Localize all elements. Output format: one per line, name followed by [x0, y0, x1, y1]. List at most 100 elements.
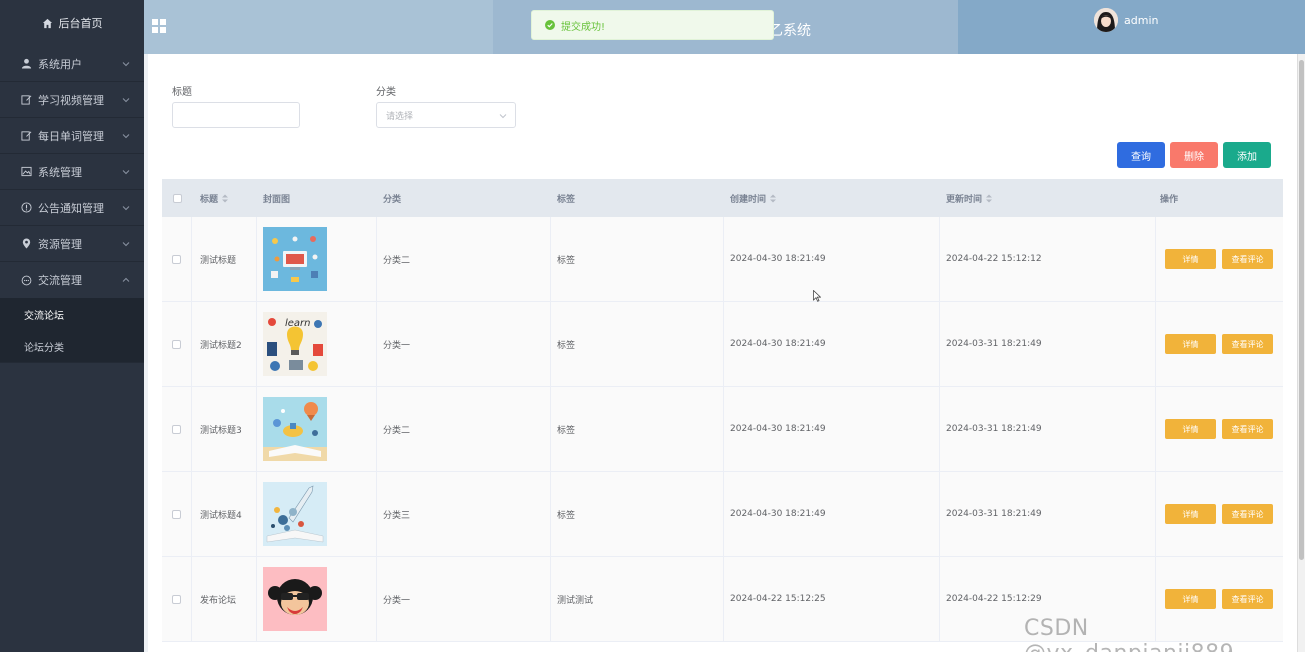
chevron-down-icon — [122, 241, 130, 246]
sort-icon[interactable] — [986, 194, 993, 203]
row-select-cell — [162, 557, 192, 641]
sidebar-submenu: 交流论坛 论坛分类 — [0, 298, 144, 363]
sidebar-item-resources[interactable]: 资源管理 — [0, 226, 144, 262]
detail-button[interactable]: 详情 — [1165, 504, 1216, 524]
row-select-cell — [162, 472, 192, 556]
svg-text:learn: learn — [285, 318, 311, 329]
forum-table: 标题 封面图 分类 标签 创建时间 更新时间 操作 测试标题 分类二 标签 20… — [162, 179, 1283, 642]
select-all-checkbox[interactable] — [172, 193, 182, 203]
view-comments-button[interactable]: 查看评论 — [1222, 419, 1273, 439]
row-category: 分类一 — [377, 557, 551, 641]
sidebar-item-label: 学习视频管理 — [38, 93, 104, 107]
sidebar-item-system[interactable]: 系统管理 — [0, 154, 144, 190]
scrollbar-thumb[interactable] — [1299, 60, 1304, 560]
title-filter-input[interactable] — [172, 102, 300, 128]
sidebar-item-notices[interactable]: 公告通知管理 — [0, 190, 144, 226]
category-filter-label: 分类 — [376, 87, 396, 98]
row-ops: 详情 查看评论 — [1156, 302, 1283, 386]
row-ops: 详情 查看评论 — [1156, 217, 1283, 301]
row-category: 分类二 — [377, 387, 551, 471]
view-comments-button[interactable]: 查看评论 — [1222, 249, 1273, 269]
sidebar-item-words[interactable]: 每日单词管理 — [0, 118, 144, 154]
picture-icon — [20, 166, 32, 178]
page-scrollbar[interactable] — [1297, 54, 1305, 652]
cover-image[interactable] — [263, 397, 327, 461]
header-created[interactable]: 创建时间 — [724, 179, 940, 217]
header-cover: 封面图 — [263, 194, 291, 205]
chevron-down-icon — [122, 169, 130, 174]
row-created: 2024-04-30 18:21:49 — [724, 217, 940, 301]
table-row: 测试标题3 分类二 标签 2024-04-30 18:21:49 2024-03… — [162, 387, 1283, 472]
row-checkbox[interactable] — [172, 254, 181, 264]
row-category: 分类三 — [377, 472, 551, 556]
query-button[interactable]: 查询 — [1117, 142, 1165, 168]
watermark: CSDN @vx_danpianji889 — [1024, 616, 1234, 652]
delete-button[interactable]: 删除 — [1170, 142, 1218, 168]
row-tag: 标签 — [551, 217, 724, 301]
row-select-cell — [162, 217, 192, 301]
row-checkbox[interactable] — [172, 339, 181, 349]
category-placeholder: 请选择 — [386, 111, 414, 122]
sort-icon[interactable] — [222, 194, 229, 203]
table-row: 测试标题4 分类三 标签 2024-04-30 18:21:49 2024-03… — [162, 472, 1283, 557]
cover-image[interactable]: learn — [263, 312, 327, 376]
info-icon — [20, 202, 32, 214]
header-created-label: 创建时间 — [730, 194, 767, 205]
detail-button[interactable]: 详情 — [1165, 334, 1216, 354]
row-ops: 详情 查看评论 — [1156, 387, 1283, 471]
sidebar-item-label: 系统用户 — [38, 57, 82, 71]
view-comments-button[interactable]: 查看评论 — [1222, 334, 1273, 354]
row-cover-cell — [257, 387, 377, 471]
header-title[interactable]: 标题 — [192, 179, 257, 217]
sidebar-item-communication[interactable]: 交流管理 — [0, 262, 144, 298]
category-filter-select[interactable]: 请选择 — [376, 102, 516, 128]
row-tag: 标签 — [551, 472, 724, 556]
sidebar-home[interactable]: 后台首页 — [0, 0, 144, 46]
chevron-up-icon — [122, 277, 130, 282]
detail-button[interactable]: 详情 — [1165, 249, 1216, 269]
view-comments-button[interactable]: 查看评论 — [1222, 504, 1273, 524]
cover-image[interactable] — [263, 227, 327, 291]
row-title: 测试标题4 — [192, 472, 257, 556]
sort-icon[interactable] — [770, 194, 777, 203]
cover-image[interactable] — [263, 567, 327, 631]
row-category: 分类一 — [377, 302, 551, 386]
mouse-cursor-icon — [813, 290, 821, 302]
edit-icon — [20, 94, 32, 106]
header-updated[interactable]: 更新时间 — [940, 179, 1156, 217]
chat-icon — [20, 274, 32, 286]
header-tag: 标签 — [557, 194, 576, 205]
detail-button[interactable]: 详情 — [1165, 419, 1216, 439]
cover-image[interactable] — [263, 482, 327, 546]
row-checkbox[interactable] — [172, 509, 181, 519]
sidebar-item-videos[interactable]: 学习视频管理 — [0, 82, 144, 118]
table-row: 测试标题 分类二 标签 2024-04-30 18:21:49 2024-04-… — [162, 217, 1283, 302]
sidebar-item-users[interactable]: 系统用户 — [0, 46, 144, 82]
sidebar-home-label: 后台首页 — [58, 17, 103, 30]
row-cover-cell: learn — [257, 302, 377, 386]
add-button[interactable]: 添加 — [1223, 142, 1271, 168]
username: admin — [1124, 13, 1159, 27]
row-checkbox[interactable] — [172, 424, 181, 434]
view-comments-button[interactable]: 查看评论 — [1222, 589, 1273, 609]
user-menu[interactable]: admin — [1094, 8, 1158, 32]
row-created: 2024-04-30 18:21:49 — [724, 472, 940, 556]
row-checkbox[interactable] — [172, 594, 181, 604]
sidebar-subitem-forum-category[interactable]: 论坛分类 — [0, 330, 144, 362]
title-filter-label: 标题 — [172, 87, 192, 98]
row-created: 2024-04-30 18:21:49 — [724, 302, 940, 386]
home-icon — [42, 18, 52, 28]
table-header: 标题 封面图 分类 标签 创建时间 更新时间 操作 — [162, 179, 1283, 217]
sidebar-subitem-forum[interactable]: 交流论坛 — [0, 298, 144, 330]
avatar — [1094, 8, 1118, 32]
chevron-down-icon — [122, 61, 130, 66]
row-title: 测试标题3 — [192, 387, 257, 471]
success-toast: 提交成功! — [531, 10, 774, 40]
detail-button[interactable]: 详情 — [1165, 589, 1216, 609]
header-ops: 操作 — [1160, 194, 1179, 205]
row-category: 分类二 — [377, 217, 551, 301]
grid-menu-icon[interactable] — [152, 19, 166, 33]
chevron-down-icon — [122, 133, 130, 138]
location-icon — [20, 238, 32, 250]
sidebar-item-label: 系统管理 — [38, 165, 82, 179]
